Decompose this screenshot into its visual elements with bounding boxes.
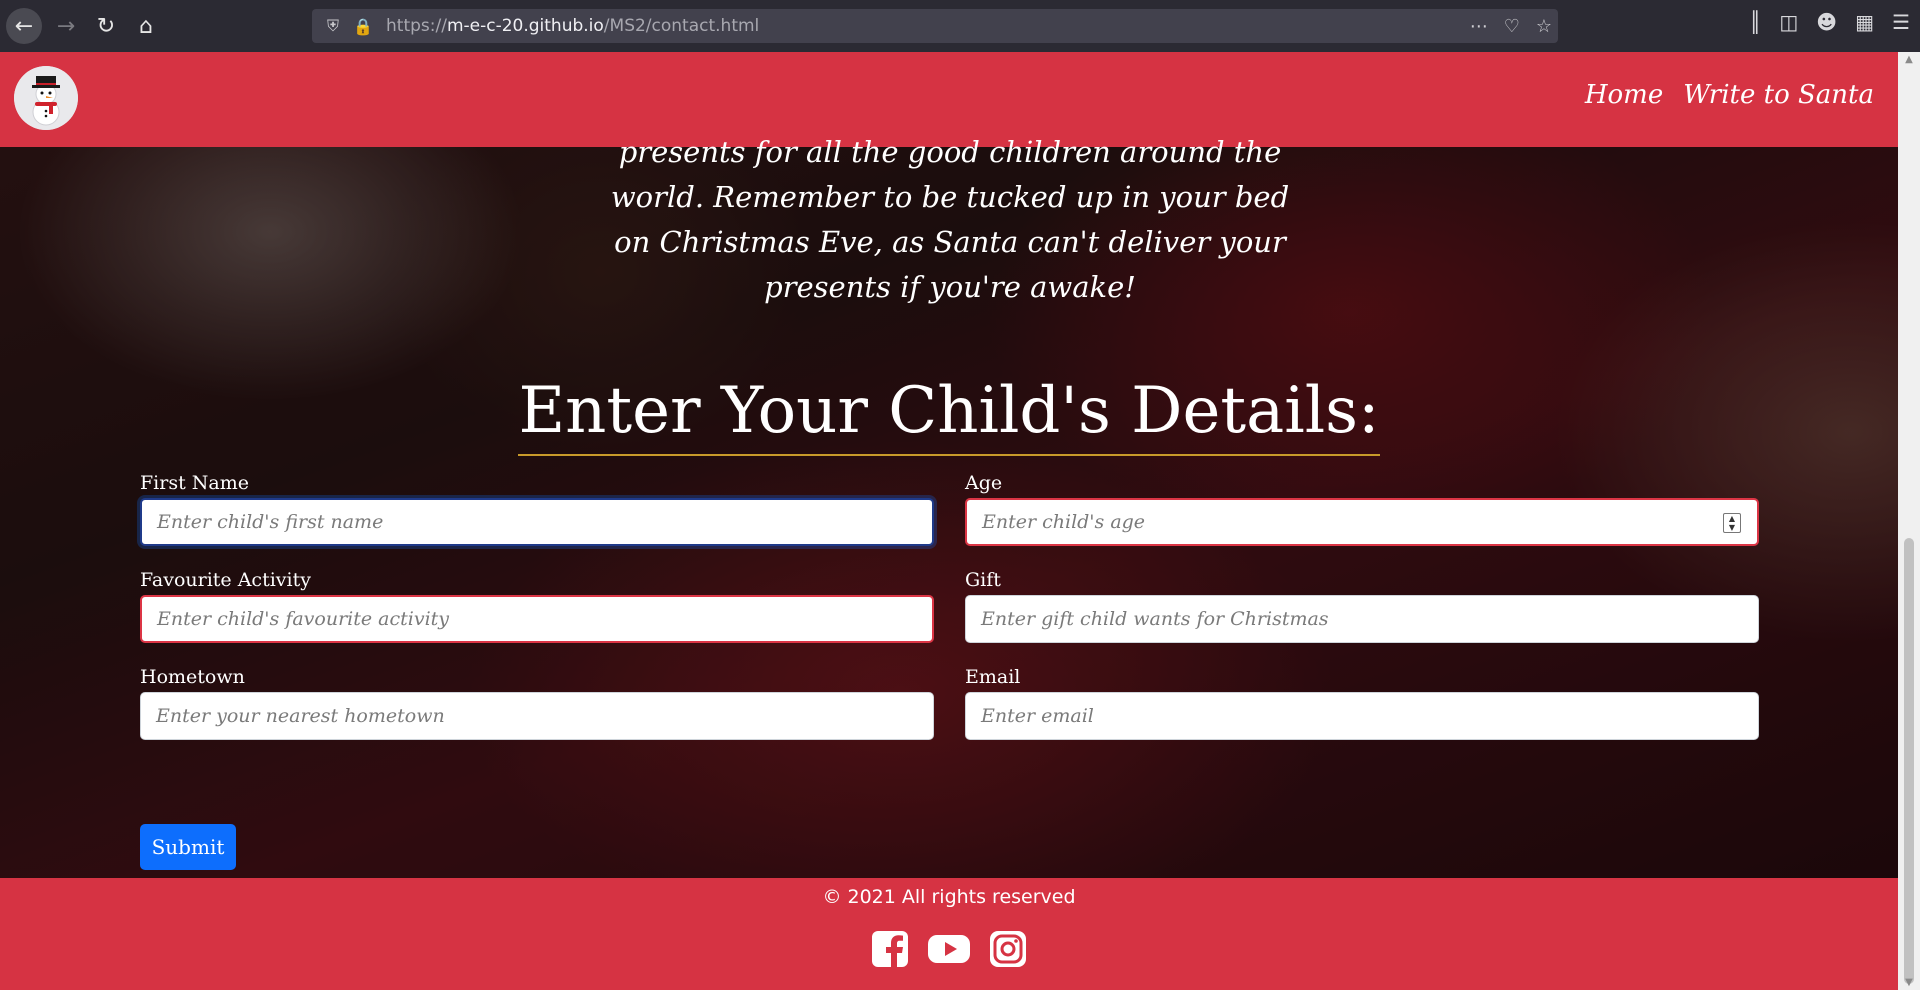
- address-bar[interactable]: ⛨ 🔒 https://m-e-c-20.github.io/MS2/conta…: [312, 9, 1558, 43]
- favourite-activity-input[interactable]: Enter child's favourite activity: [140, 595, 934, 643]
- nav-link-home[interactable]: Home: [1585, 80, 1663, 110]
- home-icon[interactable]: ⌂: [128, 8, 164, 44]
- intro-line: world. Remember to be tucked up in your …: [610, 180, 1290, 214]
- email-input[interactable]: Enter email: [965, 692, 1759, 740]
- back-arrow-icon[interactable]: ←: [6, 8, 42, 44]
- scroll-up-icon[interactable]: ▲: [1898, 54, 1920, 65]
- facebook-icon[interactable]: [871, 930, 909, 968]
- hometown-field: Hometown Enter your nearest hometown: [140, 666, 934, 740]
- hometown-placeholder: Enter your nearest hometown: [156, 705, 445, 727]
- url-text[interactable]: https://m-e-c-20.github.io/MS2/contact.h…: [386, 16, 759, 36]
- gift-label: Gift: [965, 569, 1001, 591]
- account-icon[interactable]: ☻: [1816, 10, 1837, 34]
- hometown-label: Hometown: [140, 666, 245, 688]
- favourite-activity-label: Favourite Activity: [140, 569, 311, 591]
- favourite-activity-placeholder: Enter child's favourite activity: [157, 608, 450, 630]
- site-footer: © 2021 All rights reserved: [0, 878, 1898, 990]
- hometown-input[interactable]: Enter your nearest hometown: [140, 692, 934, 740]
- submit-button[interactable]: Submit: [140, 824, 236, 870]
- url-domain: m-e-c-20.github.io: [446, 16, 604, 36]
- browser-toolbar: ← → ↻ ⌂ ⛨ 🔒 https://m-e-c-20.github.io/M…: [0, 0, 1920, 52]
- email-field: Email Enter email: [965, 666, 1759, 740]
- gift-field: Gift Enter gift child wants for Christma…: [965, 569, 1759, 643]
- snowman-icon: [14, 66, 78, 130]
- intro-line: presents for all the good children aroun…: [618, 135, 1282, 169]
- bookmark-star-icon[interactable]: ☆: [1536, 16, 1552, 37]
- sidebar-icon[interactable]: ◫: [1779, 10, 1798, 34]
- number-spinner-icon[interactable]: ▲ ▼: [1723, 513, 1741, 533]
- page-scrollbar[interactable]: ▲ ▼: [1898, 52, 1920, 990]
- forward-arrow-icon[interactable]: →: [48, 8, 84, 44]
- form-title-wrapper: Enter Your Child's Details:: [0, 374, 1898, 456]
- instagram-icon[interactable]: [989, 930, 1027, 968]
- youtube-icon[interactable]: [927, 930, 971, 968]
- favourite-activity-field: Favourite Activity Enter child's favouri…: [140, 569, 934, 643]
- email-label: Email: [965, 666, 1021, 688]
- age-label: Age: [965, 472, 1003, 494]
- first-name-input[interactable]: Enter child's first name: [140, 498, 934, 546]
- scrollbar-thumb[interactable]: [1904, 538, 1914, 984]
- more-actions-icon[interactable]: ⋯: [1470, 16, 1488, 37]
- snowman-logo[interactable]: [14, 66, 78, 130]
- nav-links: Home Write to Santa: [1585, 80, 1874, 110]
- url-prefix: https://: [386, 16, 447, 36]
- scroll-down-icon[interactable]: ▼: [1898, 977, 1920, 988]
- email-placeholder: Enter email: [981, 705, 1094, 727]
- copyright-text: © 2021 All rights reserved: [822, 886, 1076, 908]
- first-name-label: First Name: [140, 472, 249, 494]
- intro-line: on Christmas Eve, as Santa can't deliver…: [614, 225, 1286, 259]
- age-field: Age Enter child's age ▲ ▼: [965, 472, 1759, 546]
- form-title: Enter Your Child's Details:: [518, 374, 1380, 456]
- page-viewport: Home Write to Santa presents for all the…: [0, 52, 1898, 990]
- first-name-field: First Name Enter child's first name: [140, 472, 934, 546]
- gift-input[interactable]: Enter gift child wants for Christmas: [965, 595, 1759, 643]
- intro-paragraph: presents for all the good children aroun…: [560, 130, 1340, 310]
- gift-placeholder: Enter gift child wants for Christmas: [981, 608, 1329, 630]
- extensions-icon[interactable]: ▦: [1855, 10, 1874, 34]
- social-links: [0, 930, 1898, 968]
- menu-icon[interactable]: ☰: [1892, 10, 1910, 34]
- lock-icon[interactable]: 🔒: [348, 17, 378, 36]
- intro-line: presents if you're awake!: [764, 270, 1136, 304]
- library-icon[interactable]: ║: [1749, 10, 1761, 34]
- shield-icon[interactable]: ⛨: [318, 16, 348, 36]
- first-name-placeholder: Enter child's first name: [157, 511, 384, 533]
- url-path: /MS2/contact.html: [603, 16, 760, 36]
- age-input[interactable]: Enter child's age ▲ ▼: [965, 498, 1759, 546]
- nav-link-write-to-santa[interactable]: Write to Santa: [1683, 80, 1874, 110]
- age-placeholder: Enter child's age: [982, 511, 1146, 533]
- pocket-icon[interactable]: ♡: [1504, 16, 1520, 37]
- reload-icon[interactable]: ↻: [88, 8, 124, 44]
